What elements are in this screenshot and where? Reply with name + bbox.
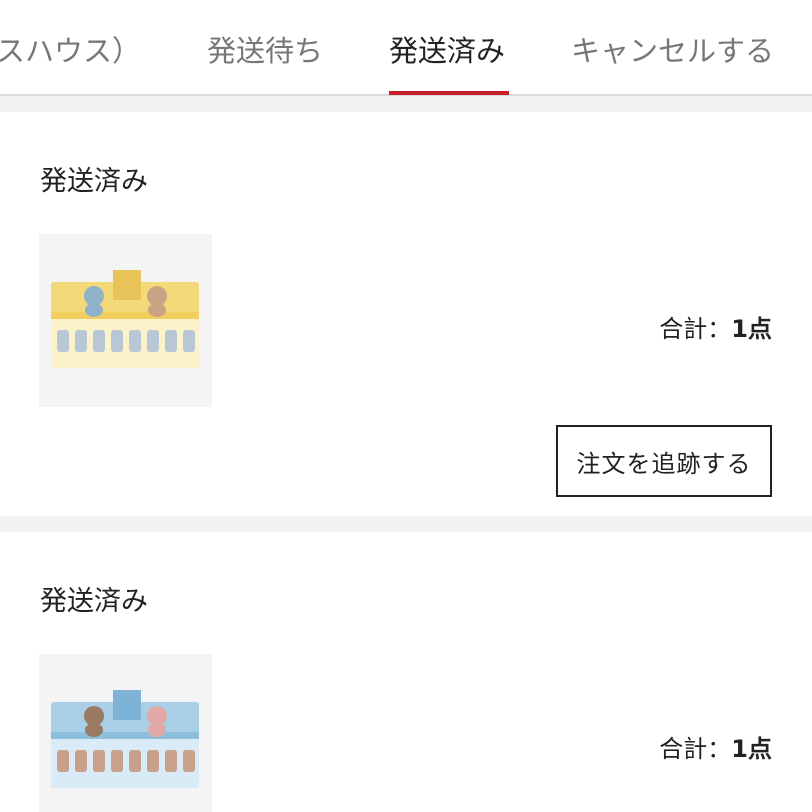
order-status-tabbar: スハウス） 発送待ち 発送済み キャンセルする	[0, 0, 812, 96]
track-order-button[interactable]: 注文を追跡する	[556, 425, 772, 497]
order-status-label: 発送済み	[40, 166, 148, 197]
total-label: 合計：	[659, 735, 732, 763]
total-label: 合計：	[659, 315, 732, 343]
total-count: 1点	[731, 315, 772, 343]
total-count: 1点	[731, 735, 772, 763]
active-tab-indicator	[389, 91, 509, 95]
product-box-yellow-icon	[51, 270, 199, 368]
order-card: 発送済み 合計：1点	[0, 532, 812, 812]
tab-awaiting-shipment[interactable]: 発送待ち	[207, 28, 323, 70]
order-status-label: 発送済み	[40, 586, 148, 617]
tab-shipped[interactable]: 発送済み	[389, 28, 505, 70]
tab-truncated[interactable]: スハウス）	[0, 28, 141, 70]
product-image[interactable]	[39, 654, 212, 812]
tab-cancel[interactable]: キャンセルする	[571, 28, 774, 70]
product-box-blue-icon	[51, 690, 199, 788]
order-card: 発送済み 合計：1点 注文を追跡する	[0, 112, 812, 516]
order-total: 合計：1点	[659, 309, 772, 344]
product-image[interactable]	[39, 234, 212, 407]
order-total: 合計：1点	[659, 729, 772, 764]
